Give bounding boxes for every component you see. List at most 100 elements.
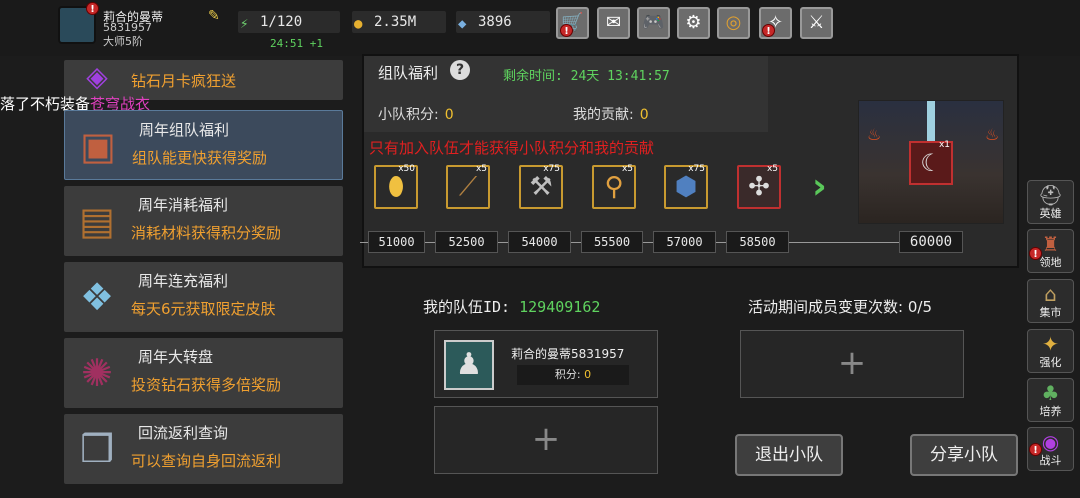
mace-icon: ⚒ — [529, 172, 553, 202]
tree-icon: ♣ — [1041, 381, 1060, 405]
battle-alert-badge: ! — [1029, 443, 1042, 456]
milestone-label: 51000 — [368, 231, 425, 253]
reward-item[interactable]: ⟋ x5 — [446, 164, 490, 209]
avatar-alert-badge: ! — [86, 2, 99, 15]
plus-icon: + — [837, 343, 867, 383]
progress-line — [789, 242, 899, 243]
share-team-button[interactable]: 分享小队 — [910, 434, 1018, 476]
progress-line — [571, 242, 581, 243]
elf-icon: ♟ — [455, 347, 483, 382]
progress-line — [360, 242, 368, 243]
list-item-subtitle: 钻石月卡疯狂送 — [131, 72, 237, 90]
mail-button[interactable]: ✉ — [597, 7, 630, 39]
contribution-value: 0 — [639, 107, 649, 123]
wheel-icon: ✺ — [81, 351, 113, 395]
team-member-card[interactable]: ♟ 莉合的曼蒂5831957 积分: 0 — [434, 330, 658, 398]
add-member-slot[interactable]: + — [434, 406, 658, 474]
list-item-subtitle: 投资钻石获得多倍奖励 — [131, 376, 282, 394]
changes-value: 0/5 — [907, 298, 932, 316]
team-id-label: 我的队伍ID: — [423, 298, 511, 316]
milestone-label: 58500 — [726, 231, 789, 253]
add-member-slot[interactable]: + — [740, 330, 964, 398]
gamepad-button[interactable]: 🎮 — [637, 7, 670, 39]
progress-line — [425, 242, 435, 243]
team-id-value: 129409162 — [519, 298, 601, 316]
milestone-label: 54000 — [508, 231, 571, 253]
territory-alert-badge: ! — [1029, 247, 1042, 260]
remaining-label: 剩余时间: — [503, 69, 563, 84]
box-icon: ❒ — [79, 427, 115, 471]
member-change-count: 活动期间成员变更次数: 0/5 — [748, 296, 932, 317]
grand-reward-item[interactable]: ☾ x1 — [909, 140, 953, 185]
enhance-icon: ✦ — [1042, 332, 1059, 356]
join-warning: 只有加入队伍才能获得小队积分和我的贡献 — [369, 139, 655, 157]
panel-title: 组队福利 — [378, 64, 439, 82]
crossed-tools-icon: ⚔ — [808, 12, 825, 33]
list-item-recharge-welfare[interactable]: ❖ 周年连充福利 每天6元获取限定皮肤 — [64, 262, 343, 332]
gem-counter: ◆ 3896 — [456, 11, 550, 33]
changes-label: 活动期间成员变更次数: — [748, 298, 904, 316]
list-item-team-welfare[interactable]: ▣ 周年组队福利 组队能更快获得奖励 — [64, 110, 343, 180]
milestone-label: 52500 — [435, 231, 498, 253]
reward-item[interactable]: ⚲ x5 — [592, 164, 636, 209]
gem-value: 3896 — [478, 14, 512, 30]
reward-item[interactable]: ⬮ x50 — [374, 164, 418, 209]
leave-team-button[interactable]: 退出小队 — [735, 434, 843, 476]
milestone-label: 55500 — [581, 231, 643, 253]
list-item-subtitle: 每天6元获取限定皮肤 — [131, 300, 276, 318]
market-icon: ⌂ — [1044, 282, 1057, 306]
edit-icon[interactable]: ✎ — [208, 8, 220, 24]
team-score-value: 0 — [444, 107, 454, 123]
milestone-label-final: 60000 — [899, 231, 963, 253]
lightning-icon: ⚡ — [240, 16, 249, 32]
my-contribution: 我的贡献: 0 — [573, 104, 649, 124]
sidebar-label: 英雄 — [1039, 207, 1062, 220]
help-icon[interactable]: ? — [450, 60, 470, 80]
reward-qty: x5 — [475, 164, 487, 174]
remaining-time: 剩余时间: 24天 13:41:57 — [503, 65, 670, 84]
chest-icon: ▣ — [80, 124, 116, 168]
color-wheel-button[interactable]: ◎ — [717, 7, 750, 39]
contribution-label: 我的贡献: — [573, 107, 634, 123]
color-wheel-icon: ◎ — [725, 12, 742, 33]
list-item-subtitle: 组队能更快获得奖励 — [132, 149, 268, 167]
reward-qty: x75 — [688, 164, 705, 174]
team-score-label: 小队积分: — [378, 107, 439, 123]
sidebar-item-cultivate[interactable]: ♣ 培养 — [1027, 378, 1074, 422]
list-item-title: 周年消耗福利 — [138, 196, 229, 214]
reward-item[interactable]: ⬢ x75 — [664, 164, 708, 209]
list-item-title: 周年大转盘 — [138, 348, 214, 366]
shop-alert-badge: ! — [560, 24, 573, 37]
energy-counter: ⚡ 1/120 — [238, 11, 340, 33]
mail-icon: ✉ — [605, 12, 622, 33]
gamepad-icon: 🎮 — [642, 12, 665, 33]
scroll-icon: ⟋ — [458, 172, 478, 202]
settings-button[interactable]: ⚙ — [677, 7, 710, 39]
sidebar-item-enhance[interactable]: ✦ 强化 — [1027, 329, 1074, 373]
list-item-wheel[interactable]: ✺ 周年大转盘 投资钻石获得多倍奖励 — [64, 338, 343, 408]
crystal-icon: ❖ — [79, 275, 115, 319]
sidebar-item-hero[interactable]: ⛑ 英雄 — [1027, 180, 1074, 224]
sidebar-label: 战斗 — [1039, 454, 1062, 467]
list-item-subtitle: 可以查询自身回流返利 — [131, 452, 282, 470]
reward-qty: x75 — [543, 164, 560, 174]
next-arrow-icon[interactable]: › — [812, 166, 827, 207]
member-score-value: 0 — [584, 368, 592, 381]
gold-coin-icon: ● — [354, 16, 363, 32]
grand-reward-scene: ♨ ♨ ☾ x1 — [858, 100, 1004, 224]
reward-qty: x5 — [621, 164, 633, 174]
energy-timer: 24:51 +1 — [270, 37, 323, 50]
team-id: 我的队伍ID: 129409162 — [423, 296, 600, 317]
staff-icon: ⚲ — [604, 172, 624, 202]
reward-item[interactable]: ✣ x5 — [737, 164, 781, 209]
reward-qty: x1 — [938, 140, 950, 150]
list-item-consume-welfare[interactable]: ▤ 周年消耗福利 消耗材料获得积分奖励 — [64, 186, 343, 256]
sidebar-item-market[interactable]: ⌂ 集市 — [1027, 279, 1074, 323]
sidebar-label: 集市 — [1039, 306, 1062, 319]
member-avatar: ♟ — [444, 340, 494, 390]
list-item-rebate-query[interactable]: ❒ 回流返利查询 可以查询自身回流返利 — [64, 414, 343, 484]
member-name: 莉合的曼蒂5831957 — [511, 347, 625, 361]
reward-item[interactable]: ⚒ x75 — [519, 164, 563, 209]
plus-icon: + — [531, 419, 561, 459]
tools-button[interactable]: ⚔ — [800, 7, 833, 39]
